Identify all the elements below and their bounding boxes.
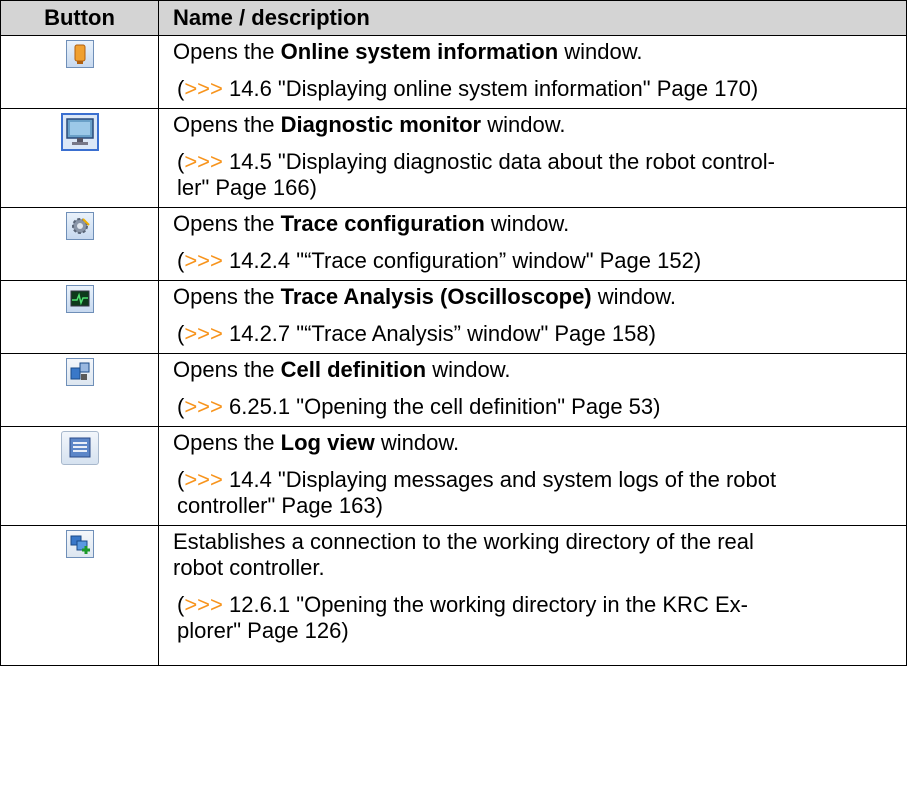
- window-name: Trace configuration: [280, 211, 485, 236]
- description-line: Opens the Online system information wind…: [173, 39, 643, 64]
- description-cell: Opens the Trace configuration window. (>…: [158, 207, 907, 281]
- icon-cell: [0, 207, 159, 281]
- reference-arrow: >>>: [184, 248, 223, 273]
- reference-arrow: >>>: [184, 467, 223, 492]
- working-directory-connect-icon: [65, 530, 94, 558]
- description-line: Opens the Cell definition window.: [173, 357, 511, 382]
- icon-cell: [0, 426, 159, 526]
- button-description-table: Button Name / description Opens the Onli…: [0, 0, 907, 666]
- table-row: Establishes a connection to the working …: [0, 525, 907, 666]
- description-cell: Opens the Trace Analysis (Oscilloscope) …: [158, 280, 907, 354]
- window-name: Trace Analysis (Oscilloscope): [280, 284, 592, 309]
- icon-cell: [0, 353, 159, 427]
- cross-reference-link[interactable]: (>>> 14.2.7 "“Trace Analysis” window" Pa…: [173, 321, 898, 347]
- table-header-row: Button Name / description: [0, 0, 907, 36]
- column-header-button: Button: [0, 0, 159, 36]
- table-row: Opens the Cell definition window. (>>> 6…: [0, 353, 907, 427]
- table-row: Opens the Trace Analysis (Oscilloscope) …: [0, 280, 907, 354]
- cell-definition-icon: [65, 358, 94, 386]
- description-line: Opens the Trace configuration window.: [173, 211, 570, 236]
- reference-arrow: >>>: [184, 321, 223, 346]
- reference-arrow: >>>: [184, 76, 223, 101]
- trace-analysis-icon: [65, 285, 94, 313]
- description-cell: Opens the Log view window. (>>> 14.4 "Di…: [158, 426, 907, 526]
- reference-arrow: >>>: [184, 149, 223, 174]
- cross-reference-link[interactable]: (>>> 12.6.1 "Opening the working directo…: [173, 592, 898, 644]
- reference-arrow: >>>: [184, 394, 223, 419]
- cross-reference-link[interactable]: (>>> 14.6 "Displaying online system info…: [173, 76, 898, 102]
- window-name: Log view: [280, 430, 375, 455]
- system-info-icon: [65, 40, 94, 68]
- description-line: Opens the Diagnostic monitor window.: [173, 112, 566, 137]
- table-row: Opens the Trace configuration window. (>…: [0, 207, 907, 281]
- icon-cell: [0, 525, 159, 666]
- description-cell: Opens the Diagnostic monitor window. (>>…: [158, 108, 907, 208]
- description-cell: Opens the Online system information wind…: [158, 35, 907, 109]
- cross-reference-link[interactable]: (>>> 14.5 "Displaying diagnostic data ab…: [173, 149, 898, 201]
- log-view-icon: [60, 431, 99, 465]
- description-line: Opens the Trace Analysis (Oscilloscope) …: [173, 284, 677, 309]
- description-line: Opens the Log view window.: [173, 430, 460, 455]
- description-cell: Establishes a connection to the working …: [158, 525, 907, 666]
- icon-cell: [0, 108, 159, 208]
- icon-cell: [0, 35, 159, 109]
- table-row: Opens the Online system information wind…: [0, 35, 907, 109]
- window-name: Cell definition: [280, 357, 427, 382]
- table-row: Opens the Diagnostic monitor window. (>>…: [0, 108, 907, 208]
- reference-arrow: >>>: [184, 592, 223, 617]
- window-name: Diagnostic monitor: [280, 112, 482, 137]
- description-cell: Opens the Cell definition window. (>>> 6…: [158, 353, 907, 427]
- cross-reference-link[interactable]: (>>> 14.4 "Displaying messages and syste…: [173, 467, 898, 519]
- window-name: Online system information: [280, 39, 559, 64]
- column-header-name-description: Name / description: [158, 0, 907, 36]
- table-row: Opens the Log view window. (>>> 14.4 "Di…: [0, 426, 907, 526]
- trace-configuration-icon: [65, 212, 94, 240]
- cross-reference-link[interactable]: (>>> 14.2.4 "“Trace configuration” windo…: [173, 248, 898, 274]
- diagnostic-monitor-icon: [60, 113, 99, 151]
- description-line: Establishes a connection to the working …: [173, 529, 754, 580]
- cross-reference-link[interactable]: (>>> 6.25.1 "Opening the cell definition…: [173, 394, 898, 420]
- icon-cell: [0, 280, 159, 354]
